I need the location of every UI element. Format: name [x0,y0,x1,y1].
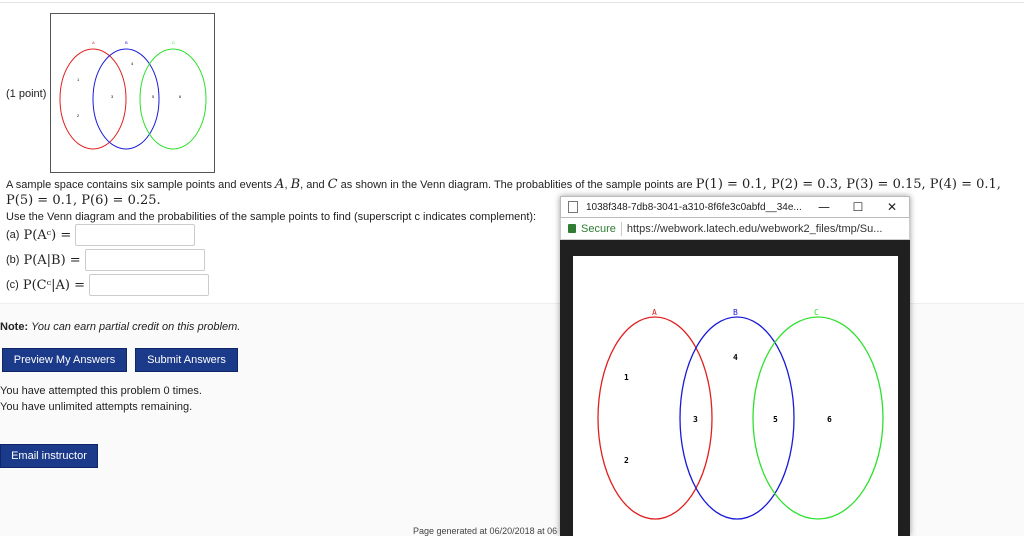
thumb-point-6: 6 [179,94,182,99]
statement-prefix: A sample space contains six sample point… [6,179,276,191]
thumb-label-c: C [172,40,175,45]
problem-statement: A sample space contains six sample point… [6,177,1001,192]
thumb-label-a: A [92,40,95,45]
question-a-expr: P(Aᶜ) = [23,227,72,243]
large-point-5: 5 [773,415,778,424]
question-b-expr: P(A|B) = [23,252,81,268]
email-instructor-button[interactable]: Email instructor [0,444,98,468]
venn-diagram-large: A B C 1 2 3 4 5 6 [573,256,898,536]
answer-b-input[interactable] [84,249,205,271]
minimize-icon[interactable]: — [807,200,841,214]
large-point-1: 1 [624,373,629,382]
question-c: (c) P(Cᶜ|A) = [6,274,209,296]
thumb-point-4: 4 [131,61,134,66]
page-icon [568,201,578,213]
close-icon[interactable]: ✕ [875,200,909,214]
question-c-label: (c) [6,279,19,291]
large-point-4: 4 [733,353,738,362]
answer-a-input[interactable] [75,224,196,246]
partial-credit-note: Note: You can earn partial credit on thi… [0,321,240,333]
thumb-label-b: B [125,40,128,45]
large-label-b: B [733,308,738,317]
large-label-c: C [814,308,819,317]
event-b: B [290,177,301,192]
event-c: C [327,177,338,192]
popup-titlebar[interactable]: 1038f348-7db8-3041-a310-8f6fe3c0abfd__34… [560,196,910,218]
venn-thumbnail-link[interactable]: A B C 1 2 3 4 5 6 [50,13,215,173]
statement-mid: , and [300,179,328,191]
maximize-icon[interactable]: ☐ [841,200,875,214]
question-a-label: (a) [6,229,20,241]
lock-icon [568,224,576,233]
popup-window: 1038f348-7db8-3041-a310-8f6fe3c0abfd__34… [560,196,910,536]
attempts-count-text: You have attempted this problem 0 times. [0,385,202,397]
answer-c-input[interactable] [88,274,209,296]
thumb-point-5: 5 [152,94,155,99]
thumb-point-1: 1 [77,77,80,82]
popup-address-bar[interactable]: Secure https://webwork.latech.edu/webwor… [560,218,910,240]
set-c-ellipse [139,48,207,150]
instruction-text: Use the Venn diagram and the probabiliti… [6,211,537,223]
large-point-2: 2 [624,456,629,465]
attempts-remaining-text: You have unlimited attempts remaining. [0,401,193,413]
large-label-a: A [652,308,657,317]
thumb-point-2: 2 [77,113,80,118]
venn-thumbnail-svg: A B C 1 2 3 4 5 6 [59,40,207,150]
thumb-point-3: 3 [111,94,114,99]
statement-suffix: as shown in the Venn diagram. The probab… [337,179,696,191]
preview-answers-button[interactable]: Preview My Answers [2,348,127,372]
secure-label: Secure [581,222,616,235]
question-b-label: (b) [6,254,20,266]
popup-title: 1038f348-7db8-3041-a310-8f6fe3c0abfd__34… [586,201,802,213]
address-separator [620,221,622,236]
probabilities-line2: P(5) = 0.1, P(6) = 0.25. [6,193,161,208]
page-generated-footer: Page generated at 06/20/2018 at 06 [413,526,558,536]
points-label: (1 point) [6,88,47,100]
note-label: Note: [0,321,29,333]
large-point-3: 3 [693,415,698,424]
large-point-6: 6 [827,415,832,424]
venn-large-svg: A B C 1 2 3 4 5 6 [597,308,884,520]
note-text: You can earn partial credit on this prob… [31,321,241,333]
question-c-expr: P(Cᶜ|A) = [22,277,85,293]
popup-url: https://webwork.latech.edu/webwork2_file… [626,222,883,235]
probabilities-line1: P(1) = 0.1, P(2) = 0.3, P(3) = 0.15, P(4… [695,177,1001,192]
event-a: A [275,177,285,192]
submit-answers-button[interactable]: Submit Answers [135,348,238,372]
question-b: (b) P(A|B) = [6,249,205,271]
question-a: (a) P(Aᶜ) = [6,224,196,246]
